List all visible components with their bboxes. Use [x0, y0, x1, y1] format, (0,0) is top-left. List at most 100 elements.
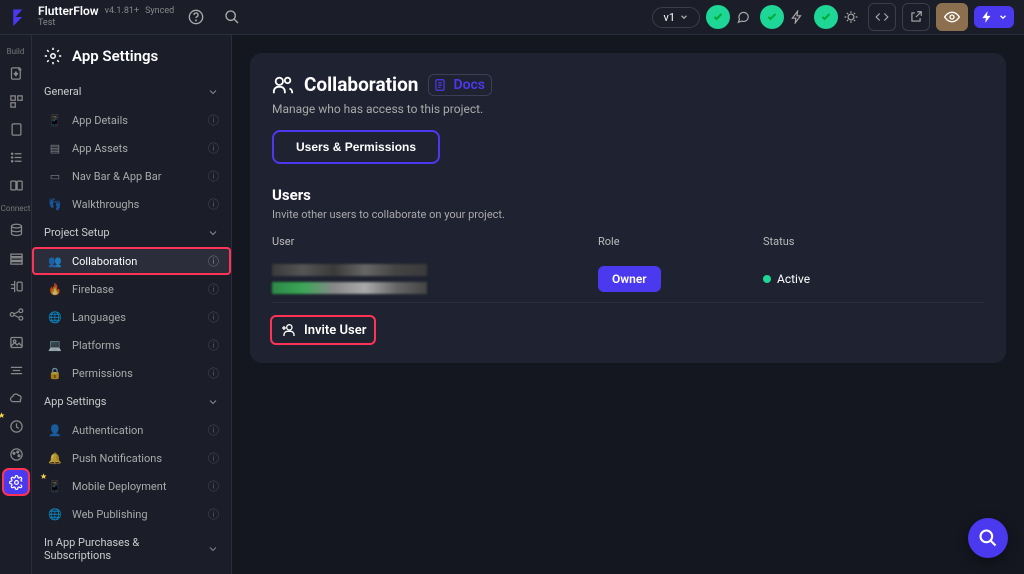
help-icon[interactable]: [182, 3, 210, 31]
sidebar-item-label: Firebase: [72, 283, 198, 296]
lightning-icon: [786, 6, 808, 28]
sidebar-item-app-assets[interactable]: ▤App Assetsⓘ: [32, 134, 231, 162]
sidebar-item-label: Push Notifications: [72, 452, 198, 465]
section-general[interactable]: General: [32, 77, 231, 106]
users-permissions-button[interactable]: Users & Permissions: [272, 130, 440, 164]
status-check-1[interactable]: [706, 5, 754, 29]
role-cell: Owner: [598, 266, 763, 292]
bolt-icon: [980, 10, 994, 24]
rail-connect-label: Connect: [0, 200, 31, 215]
sidebar-item-web[interactable]: 🌐Web Publishingⓘ: [32, 500, 231, 528]
chevron-down-icon: [207, 86, 219, 98]
users-subheading: Invite other users to collaborate on you…: [272, 208, 984, 221]
section-project-setup[interactable]: Project Setup: [32, 218, 231, 247]
sidebar-item-label: Mobile Deployment: [72, 480, 198, 493]
settings-icon[interactable]: [3, 469, 29, 495]
check-circle-icon: [706, 5, 730, 29]
database-icon[interactable]: [0, 217, 32, 243]
navbar-icon: ▭: [48, 170, 62, 183]
sidebar-item-label: Languages: [72, 311, 198, 324]
sidebar-item-navbar[interactable]: ▭Nav Bar & App Barⓘ: [32, 162, 231, 190]
sidebar-item-mobile[interactable]: ★📱Mobile Deploymentⓘ: [32, 472, 231, 500]
col-status: Status: [763, 235, 984, 248]
sidebar-item-push[interactable]: 🔔Push Notificationsⓘ: [32, 444, 231, 472]
phone-icon: 📱: [48, 114, 62, 127]
status-check-3[interactable]: [814, 5, 862, 29]
svg-text:+: +: [14, 70, 18, 78]
walkthrough-icon: 👣: [48, 198, 62, 211]
search-icon: [978, 528, 998, 548]
section-iap[interactable]: In App Purchases & Subscriptions: [32, 528, 231, 570]
info-icon: ⓘ: [208, 506, 219, 522]
chevron-down-icon: [207, 396, 219, 408]
status-check-2[interactable]: [760, 5, 808, 29]
role-badge[interactable]: Owner: [598, 266, 661, 292]
user-icon: 👤: [48, 424, 62, 437]
mobile-icon: 📱: [48, 480, 62, 493]
content-area: Collaboration Docs Manage who has access…: [232, 35, 1024, 574]
invite-label: Invite User: [304, 323, 366, 338]
info-icon: ⓘ: [208, 196, 219, 212]
gear-icon: [44, 47, 62, 65]
run-button[interactable]: [974, 6, 1014, 28]
table-row: Owner Active: [272, 256, 984, 303]
info-icon: ⓘ: [208, 253, 219, 269]
sidebar-item-collaboration[interactable]: 👥Collaborationⓘ: [32, 247, 231, 275]
flutterflow-logo-icon[interactable]: [10, 7, 30, 27]
section-general-label: General: [44, 85, 81, 98]
search-fab[interactable]: [968, 518, 1008, 558]
sidebar-item-permissions[interactable]: 🔒Permissionsⓘ: [32, 359, 231, 387]
sidebar-item-label: Permissions: [72, 367, 198, 380]
list-icon[interactable]: [0, 144, 32, 170]
invite-user-button[interactable]: Invite User: [272, 317, 374, 343]
collaboration-card: Collaboration Docs Manage who has access…: [250, 53, 1006, 363]
sidebar-item-stripe[interactable]: SStripeⓘ: [32, 570, 231, 574]
custom-code-icon[interactable]: [0, 357, 32, 383]
media-icon[interactable]: [0, 329, 32, 355]
sidebar-item-label: Web Publishing: [72, 508, 198, 521]
theme-icon[interactable]: [0, 441, 32, 467]
sidebar-header: App Settings: [32, 35, 231, 77]
cloud-functions-icon[interactable]: [0, 385, 32, 411]
section-app-settings[interactable]: App Settings: [32, 387, 231, 416]
users-heading: Users: [272, 186, 984, 204]
storyboard-icon[interactable]: [0, 172, 32, 198]
version-selector[interactable]: v1: [652, 7, 700, 28]
page-selector-icon[interactable]: [0, 116, 32, 142]
eye-icon: [944, 9, 960, 25]
sidebar-item-languages[interactable]: 🌐Languagesⓘ: [32, 303, 231, 331]
widget-tree-icon[interactable]: [0, 88, 32, 114]
code-icon[interactable]: [868, 3, 896, 31]
sidebar-item-walkthroughs[interactable]: 👣 Walkthroughs ⓘ: [32, 190, 231, 218]
page-title: Collaboration: [304, 73, 418, 96]
user-cell: [272, 264, 598, 294]
sidebar-item-label: App Assets: [72, 142, 198, 155]
datatypes-icon[interactable]: [0, 245, 32, 271]
sidebar-item-label: Walkthroughs: [72, 198, 198, 211]
api-icon[interactable]: [0, 301, 32, 327]
add-page-icon[interactable]: +: [0, 60, 32, 86]
sidebar-item-firebase[interactable]: 🔥Firebaseⓘ: [32, 275, 231, 303]
star-badge-icon: ★: [0, 411, 5, 420]
sidebar-item-label: Nav Bar & App Bar: [72, 170, 198, 183]
people-icon: 👥: [48, 255, 62, 268]
sidebar-item-platforms[interactable]: 💻Platformsⓘ: [32, 331, 231, 359]
preview-button[interactable]: [936, 3, 968, 31]
search-icon[interactable]: [218, 3, 246, 31]
people-icon: [272, 74, 294, 96]
docs-link[interactable]: Docs: [428, 74, 492, 96]
sidebar-item-app-details[interactable]: 📱App Detailsⓘ: [32, 106, 231, 134]
info-icon: ⓘ: [208, 112, 219, 128]
section-project-setup-label: Project Setup: [44, 226, 110, 239]
chevron-down-icon: [207, 227, 219, 239]
tests-icon[interactable]: ★: [0, 413, 32, 439]
redacted-user-name: [272, 264, 427, 276]
firebase-icon: 🔥: [48, 283, 62, 296]
app-state-icon[interactable]: [0, 273, 32, 299]
sidebar-item-authentication[interactable]: 👤Authenticationⓘ: [32, 416, 231, 444]
redacted-user-email: [272, 282, 427, 294]
docs-label: Docs: [453, 77, 485, 93]
check-circle-icon: [760, 5, 784, 29]
info-icon: ⓘ: [208, 309, 219, 325]
open-external-icon[interactable]: [902, 3, 930, 31]
